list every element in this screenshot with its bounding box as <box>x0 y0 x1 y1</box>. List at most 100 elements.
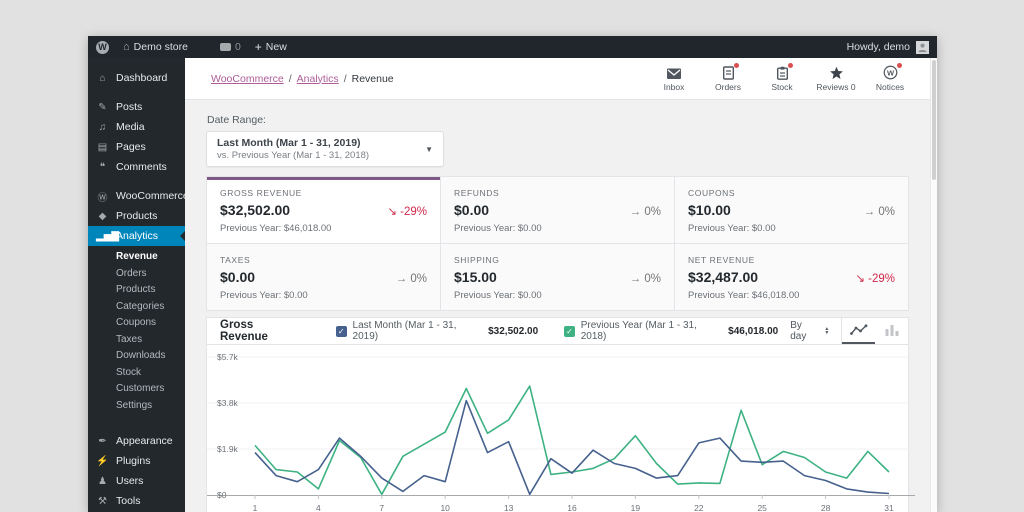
card-previous-year: Previous Year: $0.00 <box>688 223 776 234</box>
sidebar-item-users[interactable]: ♟ Users <box>88 471 185 491</box>
sidebar-item-woocommerce[interactable]: Ⓦ WooCommerce <box>88 186 186 206</box>
bar-chart-icon <box>885 325 899 336</box>
line-chart-toggle[interactable] <box>842 318 876 344</box>
card-previous-year: Previous Year: $0.00 <box>220 290 308 301</box>
sidebar-item-dashboard[interactable]: ⌂ Dashboard <box>88 68 185 88</box>
appearance-icon: ✒ <box>98 435 107 447</box>
x-axis-tick: 7 <box>379 503 385 512</box>
card-previous-year: Previous Year: $0.00 <box>454 290 542 301</box>
activity-notices[interactable]: W Notices <box>868 63 912 92</box>
reviews-icon <box>829 65 844 80</box>
card-value: $32,502.00 <box>220 202 291 218</box>
date-range-dropdown[interactable]: Last Month (Mar 1 - 31, 2019) vs. Previo… <box>206 131 444 167</box>
site-name-link[interactable]: ⌂ Demo store <box>123 41 188 53</box>
sidebar-item-pages[interactable]: ▤ Pages <box>88 137 185 157</box>
chart-title: Gross Revenue <box>220 319 268 343</box>
revenue-line-chart[interactable]: $5.7k$3.8k$1.9k$01471013161922252831Mar … <box>207 345 915 512</box>
main-content: WooCommerce / Analytics / Revenue Inbox Order… <box>185 58 930 512</box>
activity-stock[interactable]: Stock <box>760 63 804 92</box>
submenu-item-revenue[interactable]: Revenue <box>88 249 185 266</box>
submenu-item-downloads[interactable]: Downloads <box>88 348 185 365</box>
plus-icon: + <box>254 40 262 54</box>
summary-card-refunds[interactable]: REFUNDS $0.00 → 0% Previous Year: $0.00 <box>441 177 674 243</box>
summary-card-net-revenue[interactable]: NET REVENUE $32,487.00 ↘ -29% Previous Year… <box>675 244 908 310</box>
sidebar-item-products[interactable]: ◆ Products <box>88 206 185 226</box>
x-axis-tick: 31 <box>884 503 894 512</box>
checkbox-checked-icon[interactable]: ✓ <box>564 325 575 337</box>
summary-card-taxes[interactable]: TAXES $0.00 → 0% Previous Year: $0.00 <box>207 244 440 310</box>
unread-badge <box>896 63 902 68</box>
activity-orders[interactable]: Orders <box>706 63 750 92</box>
legend-item-last-month[interactable]: ✓ Last Month (Mar 1 - 31, 2019) $32,502.00 <box>336 320 538 342</box>
chart-header: Gross Revenue ✓ Last Month (Mar 1 - 31, 2… <box>207 318 908 345</box>
stock-icon <box>776 63 793 80</box>
summary-cards: GROSS REVENUE $32,502.00 ↘ -29% Previous Ye… <box>206 176 909 311</box>
card-delta: → 0% <box>629 273 661 285</box>
y-axis-tick: $0 <box>217 490 227 500</box>
woocommerce-icon: Ⓦ <box>97 192 108 204</box>
submenu-item-categories[interactable]: Categories <box>88 299 185 316</box>
submenu-item-customers[interactable]: Customers <box>88 381 185 398</box>
analytics-icon: ▂▅▇ <box>96 230 120 242</box>
store-activity-panel: Inbox Orders Stock Reviews 0 W Notices <box>652 63 912 92</box>
browser-viewport: W ⌂ Demo store 0 + New Howdy, demo ⌂ Das… <box>88 36 937 512</box>
submenu-item-orders[interactable]: Orders <box>88 266 185 283</box>
x-axis-tick: 22 <box>694 503 704 512</box>
comment-bubble-icon <box>219 43 231 51</box>
card-label: REFUNDS <box>454 188 500 198</box>
x-axis-tick: 28 <box>820 503 831 512</box>
card-label: SHIPPING <box>454 255 500 265</box>
scrollbar[interactable] <box>930 58 937 512</box>
card-delta: ↘ -29% <box>855 273 895 285</box>
activity-inbox[interactable]: Inbox <box>652 65 696 92</box>
summary-card-coupons[interactable]: COUPONS $10.00 → 0% Previous Year: $0.00 <box>675 177 908 243</box>
card-delta: → 0% <box>863 206 895 218</box>
breadcrumb-analytics[interactable]: Analytics <box>297 73 339 85</box>
comments-count-link[interactable]: 0 <box>219 41 241 53</box>
submenu-item-products[interactable]: Products <box>88 282 185 299</box>
bar-chart-toggle[interactable] <box>875 318 908 344</box>
summary-card-shipping[interactable]: SHIPPING $15.00 → 0% Previous Year: $0.00 <box>441 244 674 310</box>
howdy-text[interactable]: Howdy, demo <box>847 41 910 53</box>
revenue-chart-panel: Gross Revenue ✓ Last Month (Mar 1 - 31, 2… <box>206 317 915 512</box>
card-value: $15.00 <box>454 269 497 285</box>
date-range-label: Date Range: <box>207 114 266 126</box>
sidebar-item-comments[interactable]: ❝ Comments <box>88 157 185 177</box>
checkbox-checked-icon[interactable]: ✓ <box>336 325 347 337</box>
breadcrumb: WooCommerce / Analytics / Revenue <box>211 72 394 85</box>
summary-card-gross-revenue[interactable]: GROSS REVENUE $32,502.00 ↘ -29% Previous Ye… <box>207 177 440 243</box>
user-avatar[interactable] <box>916 40 929 54</box>
orders-icon <box>722 63 739 80</box>
sidebar-item-plugins[interactable]: ⚡ Plugins <box>88 451 185 471</box>
wordpress-logo-icon[interactable]: W <box>96 40 109 54</box>
submenu-item-taxes[interactable]: Taxes <box>88 332 185 349</box>
card-delta: → 0% <box>395 273 427 285</box>
card-label: GROSS REVENUE <box>220 188 302 198</box>
legend-item-previous-year[interactable]: ✓ Previous Year (Mar 1 - 31, 2018) $46,018… <box>564 320 778 342</box>
sidebar-item-tools[interactable]: ⚒ Tools <box>88 491 185 511</box>
card-previous-year: Previous Year: $0.00 <box>454 223 542 234</box>
y-axis-tick: $1.9k <box>217 444 238 454</box>
submenu-item-stock[interactable]: Stock <box>88 365 185 382</box>
notices-icon: W <box>883 63 902 80</box>
x-axis-tick: 16 <box>567 503 577 512</box>
new-content-link[interactable]: + New <box>255 40 287 54</box>
chart-controls: By day ▲ ▼ <box>778 318 908 344</box>
analytics-submenu: Revenue Orders Products Categories Coupons Ta… <box>88 246 185 422</box>
posts-icon: ✎ <box>98 101 107 113</box>
card-delta: ↘ -29% <box>387 206 427 218</box>
sidebar-item-posts[interactable]: ✎ Posts <box>88 97 185 117</box>
card-label: TAXES <box>220 255 251 265</box>
card-value: $32,487.00 <box>688 269 759 285</box>
chart-legend: ✓ Last Month (Mar 1 - 31, 2019) $32,502.00… <box>336 320 778 342</box>
chevron-down-icon: ▼ <box>425 144 433 154</box>
sidebar-item-analytics[interactable]: ▂▅▇ Analytics <box>88 226 185 246</box>
submenu-item-coupons[interactable]: Coupons <box>88 315 185 332</box>
interval-select[interactable]: By day ▲ ▼ <box>778 318 841 344</box>
submenu-item-settings[interactable]: Settings <box>88 398 185 415</box>
sidebar-item-media[interactable]: ♫ Media <box>88 117 185 137</box>
breadcrumb-woocommerce[interactable]: WooCommerce <box>211 73 284 85</box>
sidebar-item-appearance[interactable]: ✒ Appearance <box>88 431 185 451</box>
scrollbar-thumb[interactable] <box>932 60 936 180</box>
activity-reviews-0[interactable]: Reviews 0 <box>814 65 858 92</box>
